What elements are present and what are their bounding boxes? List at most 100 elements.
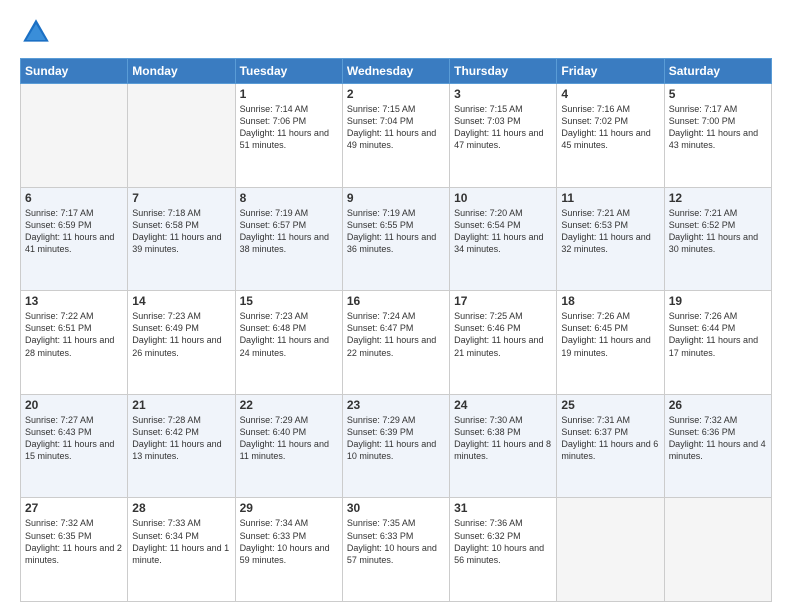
cell-info: Sunrise: 7:32 AM Sunset: 6:36 PM Dayligh… bbox=[669, 414, 767, 463]
calendar-week-row: 1 Sunrise: 7:14 AM Sunset: 7:06 PM Daylig… bbox=[21, 84, 772, 188]
cell-info: Sunrise: 7:16 AM Sunset: 7:02 PM Dayligh… bbox=[561, 103, 659, 152]
header bbox=[20, 16, 772, 48]
cell-info: Sunrise: 7:19 AM Sunset: 6:57 PM Dayligh… bbox=[240, 207, 338, 256]
calendar-cell: 2 Sunrise: 7:15 AM Sunset: 7:04 PM Daylig… bbox=[342, 84, 449, 188]
cell-info: Sunrise: 7:33 AM Sunset: 6:34 PM Dayligh… bbox=[132, 517, 230, 566]
calendar-day-header: Wednesday bbox=[342, 59, 449, 84]
logo-icon bbox=[20, 16, 52, 48]
calendar-cell: 4 Sunrise: 7:16 AM Sunset: 7:02 PM Daylig… bbox=[557, 84, 664, 188]
cell-info: Sunrise: 7:23 AM Sunset: 6:48 PM Dayligh… bbox=[240, 310, 338, 359]
calendar-cell: 3Sunrise: 7:15 AM Sunset: 7:03 PM Daylig… bbox=[450, 84, 557, 188]
calendar-day-header: Saturday bbox=[664, 59, 771, 84]
cell-info: Sunrise: 7:27 AM Sunset: 6:43 PM Dayligh… bbox=[25, 414, 123, 463]
calendar-cell bbox=[21, 84, 128, 188]
calendar-week-row: 13 Sunrise: 7:22 AM Sunset: 6:51 PM Dayli… bbox=[21, 291, 772, 395]
calendar-cell: 10 Sunrise: 7:20 AM Sunset: 6:54 PM Dayli… bbox=[450, 187, 557, 291]
calendar-cell: 6Sunrise: 7:17 AM Sunset: 6:59 PM Daylig… bbox=[21, 187, 128, 291]
day-number: 1 bbox=[240, 87, 338, 101]
cell-info: Sunrise: 7:30 AM Sunset: 6:38 PM Dayligh… bbox=[454, 414, 552, 463]
calendar-cell: 20 Sunrise: 7:27 AM Sunset: 6:43 PM Dayli… bbox=[21, 394, 128, 498]
day-number: 31 bbox=[454, 501, 552, 515]
cell-info: Sunrise: 7:19 AM Sunset: 6:55 PM Dayligh… bbox=[347, 207, 445, 256]
cell-info: Sunrise: 7:36 AM Sunset: 6:32 PM Dayligh… bbox=[454, 517, 552, 566]
calendar-cell: 8Sunrise: 7:19 AM Sunset: 6:57 PM Daylig… bbox=[235, 187, 342, 291]
day-number: 23 bbox=[347, 398, 445, 412]
calendar-cell: 7 Sunrise: 7:18 AM Sunset: 6:58 PM Daylig… bbox=[128, 187, 235, 291]
cell-info: Sunrise: 7:21 AM Sunset: 6:53 PM Dayligh… bbox=[561, 207, 659, 256]
calendar-cell: 15 Sunrise: 7:23 AM Sunset: 6:48 PM Dayli… bbox=[235, 291, 342, 395]
cell-info: Sunrise: 7:22 AM Sunset: 6:51 PM Dayligh… bbox=[25, 310, 123, 359]
cell-info: Sunrise: 7:31 AM Sunset: 6:37 PM Dayligh… bbox=[561, 414, 659, 463]
calendar-day-header: Tuesday bbox=[235, 59, 342, 84]
day-number: 27 bbox=[25, 501, 123, 515]
day-number: 7 bbox=[132, 191, 230, 205]
calendar-cell: 18Sunrise: 7:26 AM Sunset: 6:45 PM Dayli… bbox=[557, 291, 664, 395]
calendar-cell bbox=[664, 498, 771, 602]
cell-info: Sunrise: 7:21 AM Sunset: 6:52 PM Dayligh… bbox=[669, 207, 767, 256]
day-number: 25 bbox=[561, 398, 659, 412]
cell-info: Sunrise: 7:15 AM Sunset: 7:04 PM Dayligh… bbox=[347, 103, 445, 152]
calendar-week-row: 27 Sunrise: 7:32 AM Sunset: 6:35 PM Dayli… bbox=[21, 498, 772, 602]
calendar-cell: 5Sunrise: 7:17 AM Sunset: 7:00 PM Daylig… bbox=[664, 84, 771, 188]
calendar-cell: 21 Sunrise: 7:28 AM Sunset: 6:42 PM Dayli… bbox=[128, 394, 235, 498]
day-number: 22 bbox=[240, 398, 338, 412]
day-number: 9 bbox=[347, 191, 445, 205]
day-number: 29 bbox=[240, 501, 338, 515]
day-number: 14 bbox=[132, 294, 230, 308]
day-number: 12 bbox=[669, 191, 767, 205]
day-number: 30 bbox=[347, 501, 445, 515]
cell-info: Sunrise: 7:23 AM Sunset: 6:49 PM Dayligh… bbox=[132, 310, 230, 359]
calendar-cell: 27 Sunrise: 7:32 AM Sunset: 6:35 PM Dayli… bbox=[21, 498, 128, 602]
day-number: 16 bbox=[347, 294, 445, 308]
day-number: 15 bbox=[240, 294, 338, 308]
cell-info: Sunrise: 7:14 AM Sunset: 7:06 PM Dayligh… bbox=[240, 103, 338, 152]
calendar-day-header: Monday bbox=[128, 59, 235, 84]
cell-info: Sunrise: 7:32 AM Sunset: 6:35 PM Dayligh… bbox=[25, 517, 123, 566]
calendar-cell: 31 Sunrise: 7:36 AM Sunset: 6:32 PM Dayli… bbox=[450, 498, 557, 602]
day-number: 28 bbox=[132, 501, 230, 515]
calendar-cell: 11 Sunrise: 7:21 AM Sunset: 6:53 PM Dayli… bbox=[557, 187, 664, 291]
calendar-cell: 25 Sunrise: 7:31 AM Sunset: 6:37 PM Dayli… bbox=[557, 394, 664, 498]
cell-info: Sunrise: 7:15 AM Sunset: 7:03 PM Dayligh… bbox=[454, 103, 552, 152]
day-number: 21 bbox=[132, 398, 230, 412]
calendar-cell: 24 Sunrise: 7:30 AM Sunset: 6:38 PM Dayli… bbox=[450, 394, 557, 498]
day-number: 20 bbox=[25, 398, 123, 412]
day-number: 4 bbox=[561, 87, 659, 101]
day-number: 6 bbox=[25, 191, 123, 205]
day-number: 17 bbox=[454, 294, 552, 308]
calendar-day-header: Thursday bbox=[450, 59, 557, 84]
day-number: 19 bbox=[669, 294, 767, 308]
cell-info: Sunrise: 7:20 AM Sunset: 6:54 PM Dayligh… bbox=[454, 207, 552, 256]
calendar-week-row: 6Sunrise: 7:17 AM Sunset: 6:59 PM Daylig… bbox=[21, 187, 772, 291]
cell-info: Sunrise: 7:29 AM Sunset: 6:39 PM Dayligh… bbox=[347, 414, 445, 463]
calendar-cell: 23 Sunrise: 7:29 AM Sunset: 6:39 PM Dayli… bbox=[342, 394, 449, 498]
day-number: 10 bbox=[454, 191, 552, 205]
calendar-cell: 22Sunrise: 7:29 AM Sunset: 6:40 PM Dayli… bbox=[235, 394, 342, 498]
calendar-cell: 17 Sunrise: 7:25 AM Sunset: 6:46 PM Dayli… bbox=[450, 291, 557, 395]
cell-info: Sunrise: 7:25 AM Sunset: 6:46 PM Dayligh… bbox=[454, 310, 552, 359]
day-number: 11 bbox=[561, 191, 659, 205]
calendar-cell: 1 Sunrise: 7:14 AM Sunset: 7:06 PM Daylig… bbox=[235, 84, 342, 188]
calendar-table: SundayMondayTuesdayWednesdayThursdayFrid… bbox=[20, 58, 772, 602]
calendar-cell bbox=[128, 84, 235, 188]
cell-info: Sunrise: 7:34 AM Sunset: 6:33 PM Dayligh… bbox=[240, 517, 338, 566]
page: SundayMondayTuesdayWednesdayThursdayFrid… bbox=[0, 0, 792, 612]
calendar-cell bbox=[557, 498, 664, 602]
cell-info: Sunrise: 7:26 AM Sunset: 6:45 PM Dayligh… bbox=[561, 310, 659, 359]
logo bbox=[20, 16, 56, 48]
day-number: 24 bbox=[454, 398, 552, 412]
cell-info: Sunrise: 7:24 AM Sunset: 6:47 PM Dayligh… bbox=[347, 310, 445, 359]
calendar-cell: 12 Sunrise: 7:21 AM Sunset: 6:52 PM Dayli… bbox=[664, 187, 771, 291]
day-number: 2 bbox=[347, 87, 445, 101]
calendar-cell: 14 Sunrise: 7:23 AM Sunset: 6:49 PM Dayli… bbox=[128, 291, 235, 395]
day-number: 26 bbox=[669, 398, 767, 412]
calendar-day-header: Sunday bbox=[21, 59, 128, 84]
cell-info: Sunrise: 7:26 AM Sunset: 6:44 PM Dayligh… bbox=[669, 310, 767, 359]
calendar-week-row: 20 Sunrise: 7:27 AM Sunset: 6:43 PM Dayli… bbox=[21, 394, 772, 498]
calendar-cell: 13 Sunrise: 7:22 AM Sunset: 6:51 PM Dayli… bbox=[21, 291, 128, 395]
day-number: 13 bbox=[25, 294, 123, 308]
cell-info: Sunrise: 7:17 AM Sunset: 7:00 PM Dayligh… bbox=[669, 103, 767, 152]
cell-info: Sunrise: 7:35 AM Sunset: 6:33 PM Dayligh… bbox=[347, 517, 445, 566]
cell-info: Sunrise: 7:28 AM Sunset: 6:42 PM Dayligh… bbox=[132, 414, 230, 463]
cell-info: Sunrise: 7:18 AM Sunset: 6:58 PM Dayligh… bbox=[132, 207, 230, 256]
